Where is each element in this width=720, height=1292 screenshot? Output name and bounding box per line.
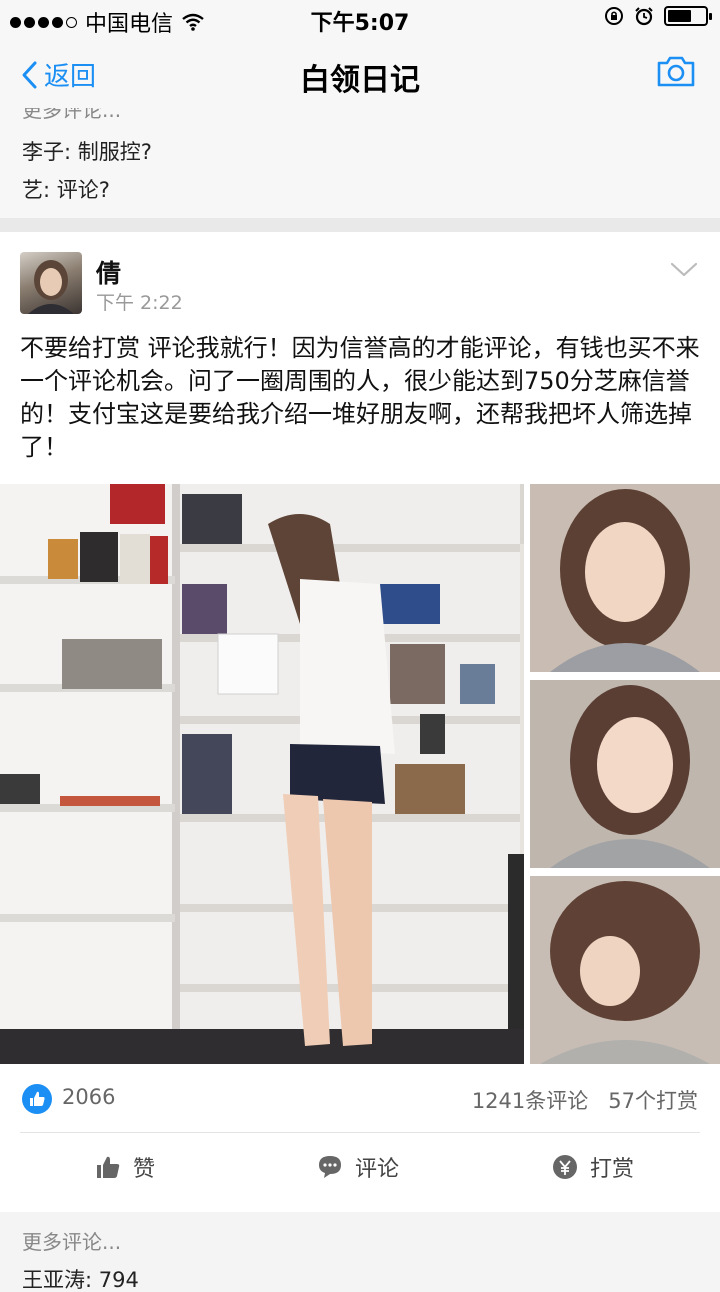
card-separator [0,218,720,232]
avatar[interactable] [20,252,82,314]
comments-preview: 更多评论... 王亚涛: 794 [0,1212,720,1292]
avatar-image [28,260,74,314]
comment-button[interactable]: 评论 [317,1134,399,1200]
bookshelf-photo [0,484,524,1064]
selfie-photo [530,876,720,1064]
photo-grid [0,484,720,1064]
photo-small-2[interactable] [530,680,720,868]
tip-count[interactable]: 57个打赏 [608,1085,698,1115]
expand-menu-button[interactable] [670,262,698,282]
tip-label: 打赏 [590,1157,635,1182]
comment-item: 李子: 制服控? [22,140,152,164]
comment-icon [319,1156,341,1178]
navigation-bar: 返回 白领日记 [0,38,720,108]
more-comments-link[interactable]: 更多评论... [22,1226,121,1255]
post-text: 不要给打赏 评论我就行！因为信誉高的才能评论，有钱也买不来一个评论机会。问了一圈… [20,334,700,461]
like-count: 2066 [62,1085,116,1109]
post-stats: 2066 1241条评论 57个打赏 [0,1080,720,1120]
alarm-icon [635,7,653,26]
comment-item: 王亚涛: 794 [22,1268,139,1292]
selfie-photo [530,484,720,672]
selfie-photo [530,680,720,868]
comment-text: 评论? [56,178,110,202]
comment-text: 制服控? [77,140,152,164]
thumbs-up-icon [97,1156,120,1178]
battery-icon [664,6,712,26]
status-bar: 中国电信 下午5:07 [0,0,720,38]
like-label: 赞 [133,1157,156,1182]
action-bar: 赞 评论 打赏 [0,1134,720,1200]
comment-author[interactable]: 李子 [22,140,64,164]
photo-small-3[interactable] [530,876,720,1064]
like-button[interactable]: 赞 [95,1134,155,1200]
page-title: 白领日记 [300,63,420,98]
camera-icon [657,56,695,87]
photo-small-1[interactable] [530,484,720,672]
previous-post-comments: 更多评论... 李子: 制服控? 艺: 评论? [0,108,720,218]
comment-item: 艺: 评论? [22,178,110,202]
more-comments-link[interactable]: 更多评论... [22,108,121,123]
comment-author[interactable]: 王亚涛 [22,1268,85,1292]
comment-author[interactable]: 艺 [22,178,43,202]
chevron-down-icon [670,262,698,277]
camera-button[interactable] [656,54,696,92]
post-card: 倩 下午 2:22 不要给打赏 评论我就行！因为信誉高的才能评论，有钱也买不来一… [0,232,720,1292]
author-name[interactable]: 倩 [96,254,121,290]
thumbs-up-icon [30,1091,45,1106]
tip-button[interactable]: 打赏 [552,1134,634,1200]
yuan-coin-icon [553,1155,577,1179]
divider [20,1132,700,1133]
photo-large[interactable] [0,484,524,1064]
comment-count[interactable]: 1241条评论 [472,1085,588,1115]
comment-text: 794 [98,1268,139,1292]
rotation-lock-icon [605,7,623,25]
post-time: 下午 2:22 [96,292,183,314]
like-badge[interactable] [22,1084,52,1114]
comment-label: 评论 [355,1157,400,1182]
